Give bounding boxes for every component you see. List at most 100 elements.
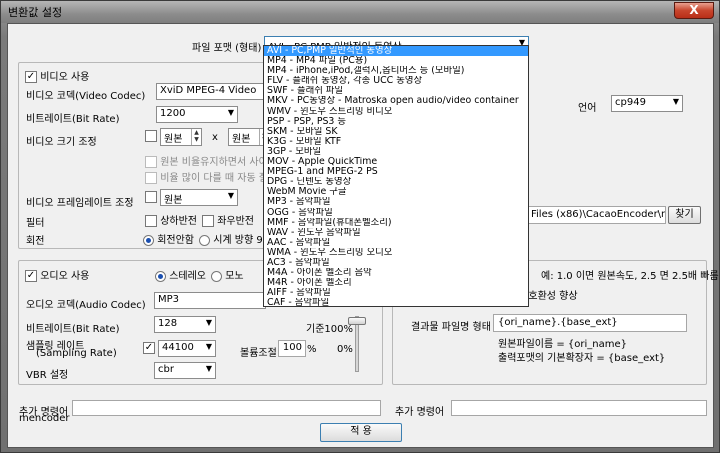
framerate-checkbox[interactable] — [145, 191, 157, 203]
extra-command-label-right: 추가 명령어 — [395, 407, 445, 418]
chevron-down-icon: ▼ — [205, 318, 212, 327]
format-option[interactable]: 3GP - 모바일 — [264, 147, 528, 157]
samplerate-value: 44100 — [162, 342, 194, 353]
encoder-path-input[interactable]: Files (x86)\CacaoEncoder\mr — [526, 206, 666, 224]
auto-crop-option[interactable]: 비율 많이 다를 때 자동 잘라 — [145, 169, 277, 184]
format-option[interactable]: WMA - 윈도우 스트리밍 오디오 — [264, 248, 528, 258]
flip-vertical-checkbox[interactable] — [145, 215, 157, 227]
audio-codec-value: MP3 — [158, 294, 180, 305]
keep-ratio-checkbox[interactable] — [145, 156, 157, 168]
flip-horizontal-checkbox[interactable] — [202, 215, 214, 227]
title-bar[interactable]: 변환값 설정 X — [1, 1, 719, 23]
format-option[interactable]: MMF - 음악파일(휴대폰벨소리) — [264, 218, 528, 228]
framerate-select[interactable]: 원본 ▼ — [160, 189, 238, 206]
flip-vertical-option[interactable]: 상하반전 — [145, 212, 197, 227]
format-option[interactable]: AIFF - 음악파일 — [264, 288, 528, 298]
framerate-label: 비디오 프레임레이트 조정 — [26, 198, 134, 209]
format-option[interactable]: K3G - 모바일 KTF — [264, 137, 528, 147]
samplerate-checkbox[interactable]: ✓ — [143, 342, 155, 354]
format-option[interactable]: WAV - 윈도우 음악파일 — [264, 228, 528, 238]
format-option[interactable]: WebM Movie 구글 — [264, 187, 528, 197]
format-dropdown-list[interactable]: AVI - PC,PMP 일반적인 동영상 MP4 - MP4 파일 (PC용) M… — [263, 45, 529, 307]
format-option[interactable]: FLV - 플래쉬 동영상, 각종 UCC 동영상 — [264, 76, 528, 86]
encoder-path-value: Files (x86)\CacaoEncoder\mr — [531, 209, 666, 220]
video-enable[interactable]: ✓ 비디오 사용 — [25, 68, 89, 83]
window-title: 변환값 설정 — [8, 6, 63, 19]
format-option[interactable]: OGG - 음악파일 — [264, 208, 528, 218]
format-option[interactable]: MP4 - MP4 파일 (PC용) — [264, 56, 528, 66]
vbr-value: cbr — [158, 364, 174, 375]
volume-percent: % — [307, 344, 317, 355]
stereo-radio[interactable] — [155, 270, 166, 282]
video-width-spinner[interactable]: 원본 ▲ ▼ — [160, 128, 202, 146]
volume-label: 볼륨조절 — [240, 348, 277, 359]
stereo-label: 스테레오 — [169, 271, 206, 282]
format-option[interactable]: MP4 - iPhone,iPod,갤럭시,옵티머스 등 (모바일) — [264, 66, 528, 76]
auto-crop-checkbox[interactable] — [145, 172, 157, 184]
keep-ratio-label: 원본 비율유지하면서 사이즈 — [160, 157, 277, 168]
flip-horizontal-option[interactable]: 좌우반전 — [202, 212, 254, 227]
rotate-cw-radio[interactable] — [199, 234, 210, 246]
format-option[interactable]: MOV - Apple QuickTime — [264, 157, 528, 167]
flip-vertical-label: 상하반전 — [160, 216, 197, 227]
format-option[interactable]: M4R - 아이폰 벨소리 — [264, 278, 528, 288]
framerate-value: 원본 — [164, 195, 183, 206]
browse-button[interactable]: 찾기 — [668, 206, 701, 224]
video-enable-label: 비디오 사용 — [40, 72, 90, 83]
format-option[interactable]: WMV - 윈도우 스트리밍 비디오 — [264, 107, 528, 117]
audio-enable[interactable]: ✓ 오디오 사용 — [25, 267, 89, 282]
audio-bitrate-label: 비트레이트(Bit Rate) — [26, 324, 120, 335]
rotate-cw-option[interactable]: 시계 방향 90 — [199, 231, 269, 246]
rotate-none-option[interactable]: 회전안함 — [143, 231, 194, 246]
format-option[interactable]: PSP - PSP, PS3 등 — [264, 117, 528, 127]
extra-command-input-right[interactable] — [451, 400, 707, 416]
language-select[interactable]: cp949 ▼ — [611, 95, 683, 112]
stereo-option[interactable]: 스테레오 — [155, 267, 206, 282]
output-name-value: {ori_name}.{base_ext} — [498, 317, 618, 328]
format-option[interactable]: AVI - PC,PMP 일반적인 동영상 — [264, 46, 528, 57]
samplerate-select[interactable]: 44100 ▼ — [158, 340, 216, 357]
extra-command-input-left[interactable] — [72, 400, 381, 416]
video-size-checkbox[interactable] — [145, 130, 157, 142]
mono-radio[interactable] — [211, 270, 222, 282]
vbr-label: VBR 설정 — [26, 370, 69, 381]
keep-ratio-option[interactable]: 원본 비율유지하면서 사이즈 — [145, 153, 277, 168]
apply-button[interactable]: 적 용 — [320, 423, 402, 442]
format-option[interactable]: SKM - 모바일 SK — [264, 127, 528, 137]
format-option[interactable]: MPEG-1 and MPEG-2 PS — [264, 167, 528, 177]
speed-slider-thumb[interactable] — [348, 317, 366, 325]
language-value: cp949 — [615, 97, 646, 108]
spin-arrows-icon[interactable]: ▲▼ — [191, 129, 201, 145]
volume-value: 100 — [282, 342, 302, 353]
format-option[interactable]: MKV - PC동영상 - Matroska open audio/video … — [264, 96, 528, 106]
video-size-label: 비디오 크기 조정 — [26, 137, 97, 148]
format-option[interactable]: CAF - 음악파일 — [264, 298, 528, 306]
filter-label: 필터 — [26, 218, 45, 229]
format-option[interactable]: MP3 - 음악파일 — [264, 197, 528, 207]
audio-bitrate-select[interactable]: 128 ▼ — [154, 316, 216, 333]
video-bitrate-label: 비트레이트(Bit Rate) — [26, 114, 120, 125]
mono-option[interactable]: 모노 — [211, 267, 244, 282]
video-enable-checkbox[interactable]: ✓ — [25, 71, 37, 83]
output-name-input[interactable]: {ori_name}.{base_ext} — [493, 314, 687, 332]
video-bitrate-select[interactable]: 1200 ▼ — [156, 106, 238, 123]
chevron-down-icon: ▼ — [227, 191, 234, 200]
vbr-select[interactable]: cbr ▼ — [154, 362, 216, 379]
close-button[interactable]: X — [674, 2, 714, 19]
volume-input[interactable]: 100 — [278, 340, 306, 357]
video-height-value: 원본 — [232, 134, 251, 145]
rotate-none-radio[interactable] — [143, 234, 154, 246]
audio-codec-select[interactable]: MP3 — [154, 292, 266, 309]
format-option[interactable]: DPG - 닌텐도 동영상 — [264, 177, 528, 187]
format-option[interactable]: AC3 - 음악파일 — [264, 258, 528, 268]
audio-enable-checkbox[interactable]: ✓ — [25, 270, 37, 282]
format-option[interactable]: M4A - 아이폰 벨소리 음악 — [264, 268, 528, 278]
format-option[interactable]: AAC - 음악파일 — [264, 238, 528, 248]
samplerate-sublabel: (Sampling Rate) — [36, 348, 117, 359]
chevron-down-icon: ▼ — [672, 97, 679, 106]
speed-hint: 예: 1.0 이면 원본속도, 2.5 면 2.5배 빠름 — [541, 271, 719, 282]
video-codec-select[interactable]: XviD MPEG-4 Video — [156, 83, 266, 100]
format-option[interactable]: SWF - 플래쉬 파일 — [264, 86, 528, 96]
chevron-down-icon: ▼ — [227, 108, 234, 117]
settings-window: 변환값 설정 X 파일 포맷 (형태) AVI - PC,PMP 일반적인 동영… — [0, 0, 720, 453]
